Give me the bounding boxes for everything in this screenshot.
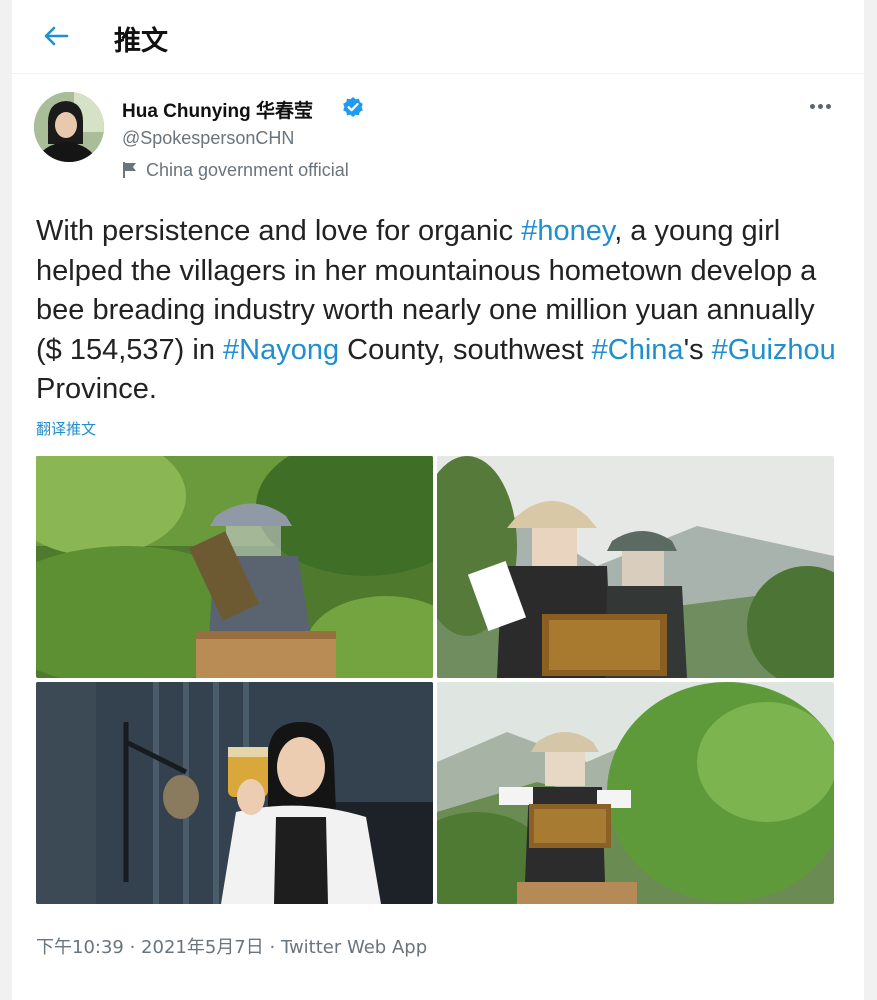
tweet-date[interactable]: 2021年5月7日 — [141, 937, 264, 958]
hashtag-link[interactable]: #Guizhou — [712, 334, 836, 366]
author-name[interactable]: Hua Chunying 华春莹 — [122, 96, 313, 123]
more-dot-icon — [817, 103, 823, 109]
avatar[interactable] — [34, 92, 104, 162]
tweet-timestamp: 下午10:39 · 2021年5月7日 · Twitter Web App — [36, 933, 427, 959]
back-arrow-icon — [44, 26, 69, 46]
tweet-text-segment: With persistence and love for organic — [36, 215, 522, 247]
photo-beekeeper-hillside[interactable] — [36, 456, 433, 678]
translate-tweet-link[interactable]: 翻译推文 — [36, 418, 96, 439]
tweet-source[interactable]: Twitter Web App — [281, 937, 427, 958]
photo-two-beekeepers[interactable] — [437, 456, 834, 678]
verified-badge-icon — [343, 97, 363, 117]
separator: · — [263, 937, 281, 958]
more-options-button[interactable] — [802, 94, 838, 118]
photo-beekeeper-frame[interactable] — [437, 682, 834, 904]
tweet-time[interactable]: 下午10:39 — [36, 937, 124, 958]
tweet-card: 推文 Hua Chunying 华春莹 @SpokespersonCHN Chi… — [12, 0, 864, 1000]
tweet-text-segment: Province. — [36, 373, 157, 405]
more-dot-icon — [825, 103, 831, 109]
government-label-text: China government official — [146, 159, 349, 180]
back-button[interactable] — [36, 18, 76, 54]
hashtag-link[interactable]: #Nayong — [223, 334, 339, 366]
hashtag-link[interactable]: #honey — [521, 215, 614, 247]
page-title: 推文 — [114, 26, 168, 57]
tweet-text: With persistence and love for organic #h… — [36, 212, 836, 410]
flag-icon — [123, 162, 136, 178]
photo-woman-honey-jar[interactable] — [36, 682, 433, 904]
tweet-text-segment: County, southwest — [339, 333, 592, 366]
government-label: China government official — [122, 159, 349, 181]
more-dot-icon — [809, 103, 815, 109]
hashtag-link[interactable]: #China — [592, 334, 684, 366]
tweet-text-segment: 's — [683, 333, 712, 366]
separator: · — [123, 937, 142, 958]
author-handle[interactable]: @SpokespersonCHN — [122, 128, 294, 149]
top-bar: 推文 — [12, 0, 864, 74]
